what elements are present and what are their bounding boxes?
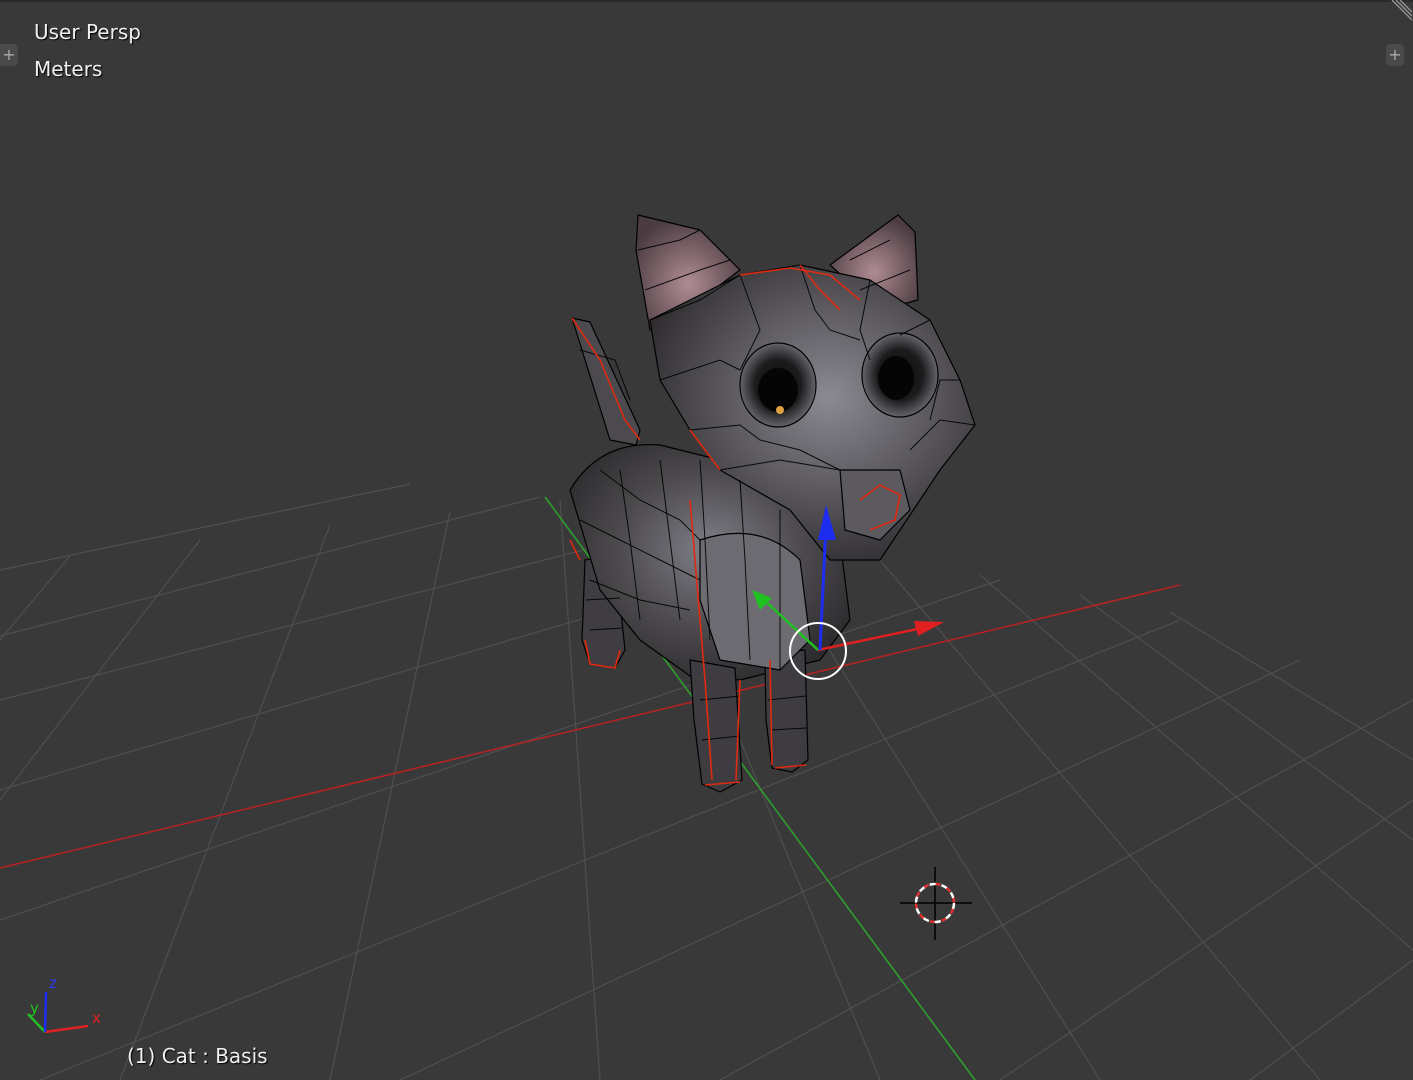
manipulator-x-arrowhead[interactable]: [914, 621, 944, 636]
area-split-grip-icon[interactable]: [1386, 0, 1412, 26]
3d-cursor-icon[interactable]: [900, 867, 972, 940]
viewport-canvas[interactable]: x y z: [0, 0, 1413, 1080]
gizmo-z-label: z: [49, 974, 57, 992]
view-name-label: User Persp: [34, 20, 141, 44]
object-info-label: (1) Cat : Basis: [127, 1044, 268, 1068]
plus-icon: +: [2, 45, 16, 64]
3d-viewport[interactable]: x y z User Persp Meters (1) Cat : Basis …: [0, 0, 1413, 1080]
view-axis-gizmo: x y z: [27, 974, 101, 1034]
gizmo-x-label: x: [92, 1009, 101, 1027]
tool-shelf-toggle[interactable]: +: [0, 44, 18, 66]
properties-region-toggle[interactable]: +: [1386, 44, 1404, 66]
unit-system-label: Meters: [34, 57, 103, 81]
gizmo-y-label: y: [30, 999, 39, 1017]
plus-icon: +: [1388, 45, 1402, 64]
